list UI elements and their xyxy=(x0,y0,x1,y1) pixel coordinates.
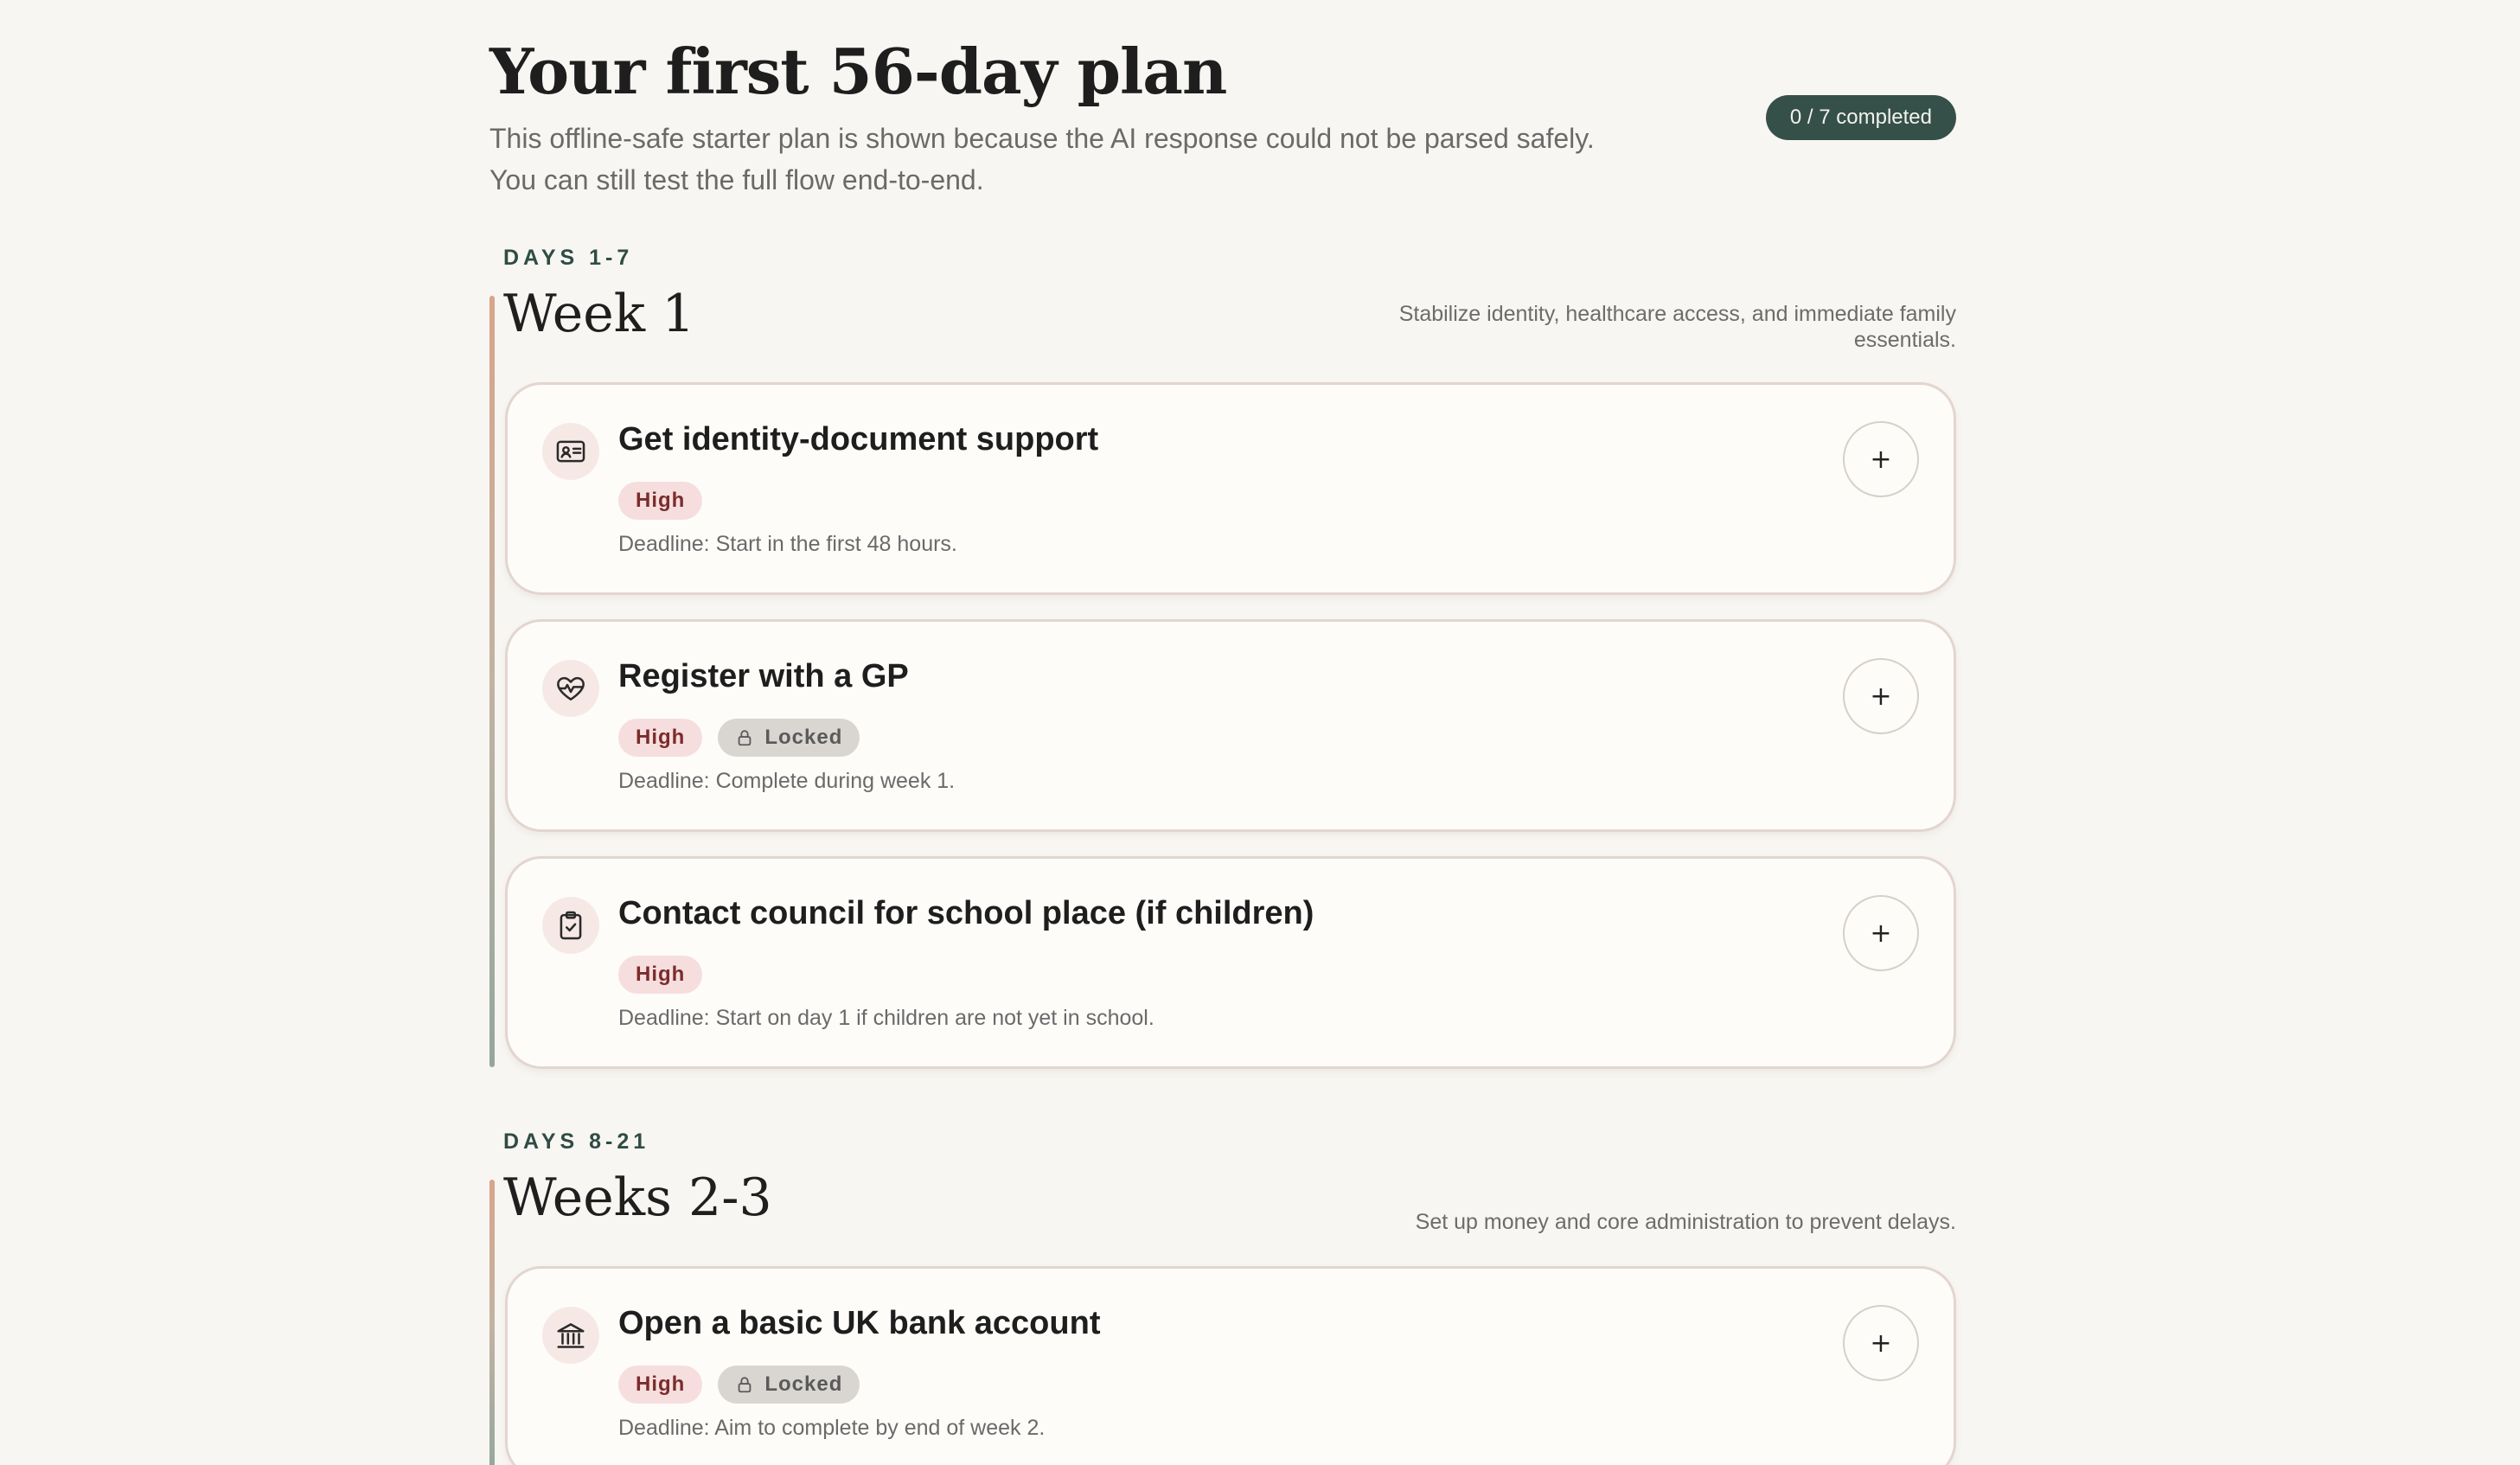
priority-badge: High xyxy=(618,1366,703,1404)
task-title: Open a basic UK bank account xyxy=(618,1305,1101,1341)
progress-badge: 0 / 7 completed xyxy=(1765,95,1956,140)
section-days-label: DAYS 1-7 xyxy=(503,246,634,270)
priority-badge: High xyxy=(618,482,703,520)
add-task-button[interactable]: + xyxy=(1843,895,1919,971)
heart-pulse-icon xyxy=(542,660,599,717)
section-description: Stabilize identity, healthcare access, a… xyxy=(1398,302,1956,352)
priority-badge: High xyxy=(618,719,703,757)
locked-label: Locked xyxy=(764,726,843,749)
task-deadline: Deadline: Aim to complete by end of week… xyxy=(618,1416,1046,1440)
task-tags: High Locked xyxy=(618,719,860,757)
lock-icon xyxy=(738,1377,752,1393)
section-week-1: DAYS 1-7 Week 1 Stabilize identity, heal… xyxy=(489,246,1956,1076)
task-card-identity-document[interactable]: Get identity-document support High Deadl… xyxy=(505,382,1956,595)
locked-label: Locked xyxy=(764,1372,843,1396)
id-card-icon xyxy=(542,423,599,480)
section-timeline-rail xyxy=(489,1180,495,1465)
page-title: Your first 56-day plan xyxy=(489,35,1227,108)
task-title: Contact council for school place (if chi… xyxy=(618,895,1314,931)
task-deadline: Deadline: Start in the first 48 hours. xyxy=(618,532,957,556)
locked-badge: Locked xyxy=(718,1366,860,1404)
lock-icon xyxy=(738,730,752,746)
intro-line-2: You can still test the full flow end-to-… xyxy=(489,164,984,195)
section-timeline-rail xyxy=(489,296,495,1067)
clipboard-check-icon xyxy=(542,897,599,954)
section-title: Week 1 xyxy=(503,284,695,344)
task-tags: High Locked xyxy=(618,1366,860,1404)
section-description: Set up money and core administration to … xyxy=(1415,1210,1956,1234)
section-days-label: DAYS 8-21 xyxy=(503,1129,650,1154)
plan-page: Your first 56-day plan This offline-safe… xyxy=(0,0,2520,1465)
task-card-register-gp[interactable]: Register with a GP High Locked Deadline:… xyxy=(505,619,1956,832)
locked-badge: Locked xyxy=(718,719,860,757)
priority-badge: High xyxy=(618,956,703,994)
section-weeks-2-3: DAYS 8-21 Weeks 2-3 Set up money and cor… xyxy=(489,1129,1956,1465)
bank-icon xyxy=(542,1307,599,1364)
intro-text: This offline-safe starter plan is shown … xyxy=(489,118,1700,201)
add-task-button[interactable]: + xyxy=(1843,421,1919,497)
task-card-bank-account[interactable]: Open a basic UK bank account High Locked… xyxy=(505,1266,1956,1465)
intro-line-1: This offline-safe starter plan is shown … xyxy=(489,123,1595,154)
task-deadline: Deadline: Complete during week 1. xyxy=(618,769,956,793)
task-title: Get identity-document support xyxy=(618,421,1099,457)
task-tags: High xyxy=(618,956,703,994)
add-task-button[interactable]: + xyxy=(1843,1305,1919,1381)
task-deadline: Deadline: Start on day 1 if children are… xyxy=(618,1006,1154,1030)
add-task-button[interactable]: + xyxy=(1843,658,1919,734)
task-card-school-place[interactable]: Contact council for school place (if chi… xyxy=(505,856,1956,1069)
task-title: Register with a GP xyxy=(618,658,909,694)
task-tags: High xyxy=(618,482,703,520)
section-title: Weeks 2-3 xyxy=(503,1168,772,1228)
